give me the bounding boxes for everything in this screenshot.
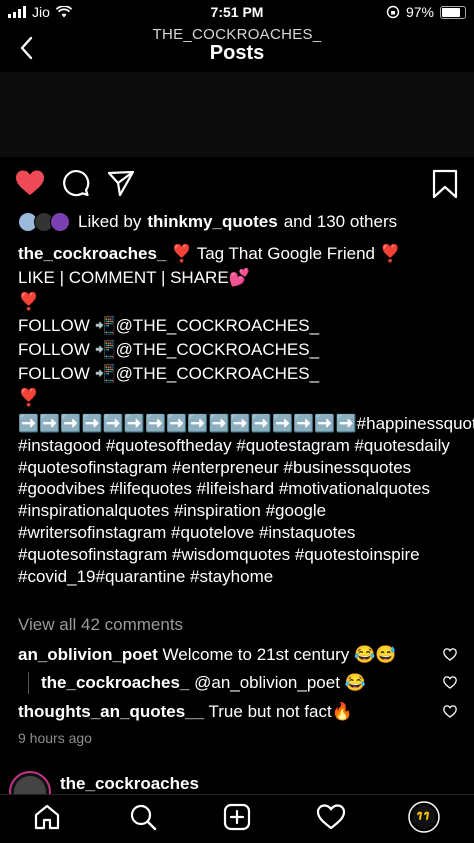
liked-by-prefix: Liked by — [78, 212, 142, 231]
comment-reply: the_cockroaches_ @an_oblivion_poet 😂 — [41, 673, 366, 693]
reply-indicator — [28, 672, 29, 694]
caption-hashtags: ➡️➡️➡️➡️➡️➡️➡️➡️➡️➡️➡️➡️➡️➡️➡️➡️#happine… — [18, 414, 474, 586]
comment-like-icon[interactable] — [443, 676, 457, 689]
comment-username[interactable]: an_oblivion_poet — [18, 645, 158, 664]
orientation-lock-icon — [386, 5, 400, 19]
post-timestamp: 9 hours ago — [18, 730, 92, 746]
post-image[interactable] — [0, 72, 474, 157]
avatar[interactable] — [8, 770, 52, 794]
page-title: Posts — [209, 42, 265, 64]
view-all-comments-link[interactable]: View all 42 comments — [18, 615, 183, 635]
profile-avatar-icon[interactable] — [408, 801, 440, 833]
comment: an_oblivion_poet Welcome to 21st century… — [18, 645, 396, 665]
comment-username[interactable]: the_cockroaches_ — [41, 673, 189, 692]
liker-avatars — [18, 212, 70, 232]
battery-percent: 97% — [405, 4, 434, 20]
bookmark-icon[interactable] — [432, 169, 458, 199]
likes-summary[interactable]: Liked by thinkmy_quotes and 130 others — [18, 212, 397, 232]
post-caption: the_cockroaches_ ❣️ Tag That Google Frie… — [18, 242, 463, 410]
plus-square-icon[interactable] — [223, 803, 251, 831]
home-icon[interactable] — [33, 803, 61, 831]
caption-line: ❣️ — [18, 292, 40, 311]
bottom-tab-bar — [0, 794, 474, 843]
comment-username[interactable]: thoughts_an_quotes__ — [18, 702, 204, 721]
profile-username: THE_COCKROACHES_ — [152, 26, 322, 43]
comment-text: Welcome to 21st century 😂😅 — [162, 645, 397, 664]
next-post-username[interactable]: the_cockroaches — [60, 774, 199, 794]
comment-icon[interactable] — [62, 169, 90, 197]
top-nav: THE_COCKROACHES_ Posts — [0, 26, 474, 72]
liked-by-user[interactable]: thinkmy_quotes — [147, 212, 277, 232]
avatar — [50, 212, 70, 232]
caption-username[interactable]: the_cockroaches_ — [18, 244, 166, 263]
caption-line: ❣️ — [18, 388, 40, 407]
heart-filled-icon[interactable] — [15, 169, 45, 197]
caption-line: FOLLOW 📲@THE_COCKROACHES_ — [18, 340, 320, 359]
next-post-header: the_cockroaches — [0, 768, 474, 794]
caption-line: LIKE | COMMENT | SHARE💕 — [18, 268, 250, 287]
caption-line: FOLLOW 📲@THE_COCKROACHES_ — [18, 364, 320, 383]
search-icon[interactable] — [129, 803, 157, 831]
heart-icon[interactable] — [316, 803, 346, 831]
caption-line: FOLLOW 📲@THE_COCKROACHES_ — [18, 316, 320, 335]
caption-text: ❣️ Tag That Google Friend ❣️ — [171, 244, 401, 263]
liked-by-suffix: and 130 others — [283, 212, 398, 231]
status-right: 97% — [386, 4, 466, 20]
comment-like-icon[interactable] — [443, 705, 457, 718]
paper-plane-icon[interactable] — [107, 169, 135, 197]
status-bar: Jio 7:51 PM 97% — [0, 0, 474, 26]
comment-text: @an_oblivion_poet 😂 — [194, 673, 366, 692]
comment: thoughts_an_quotes__ True but not fact🔥 — [18, 702, 353, 722]
caption-line: the_cockroaches_ ❣️ Tag That Google Frie… — [18, 242, 463, 266]
comment-like-icon[interactable] — [443, 648, 457, 661]
battery-icon — [440, 5, 466, 19]
comment-text: True but not fact🔥 — [208, 702, 353, 721]
post-actions — [0, 165, 474, 203]
